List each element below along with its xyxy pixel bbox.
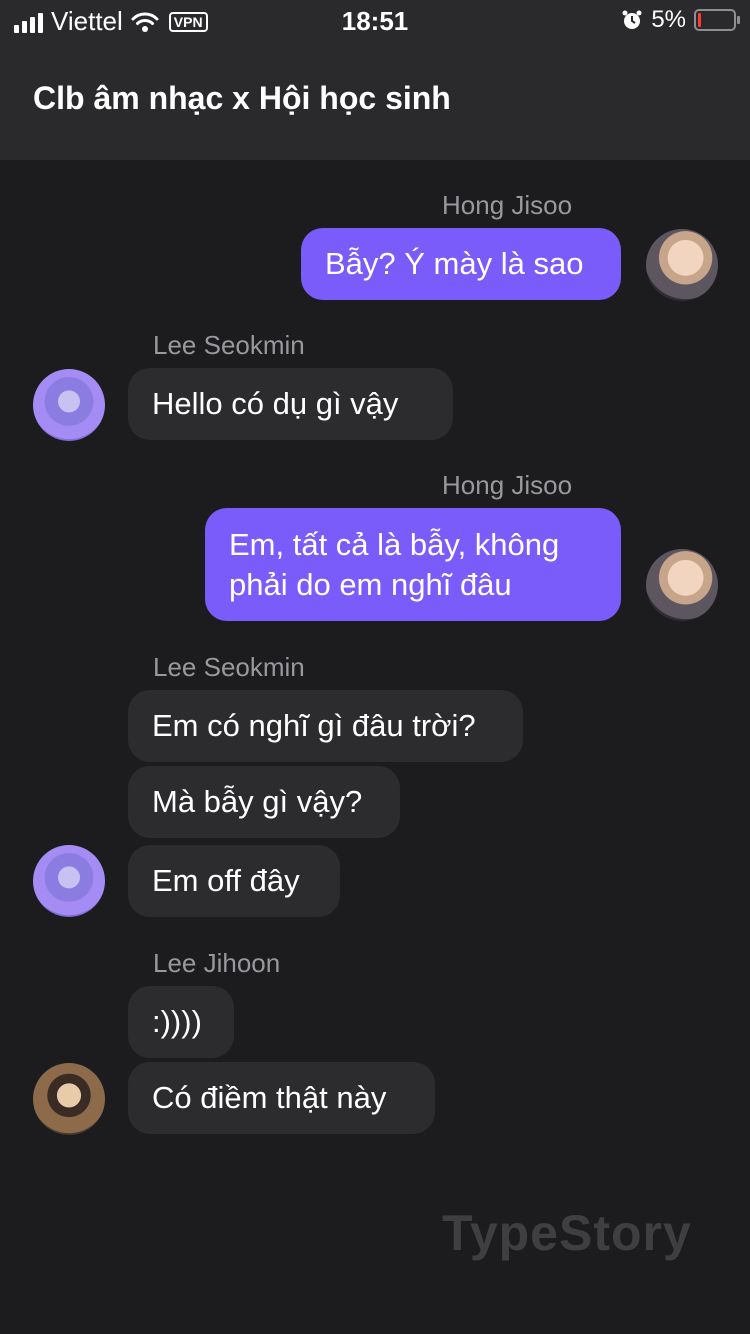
message-bubble[interactable]: Bẫy? Ý mày là sao (301, 228, 621, 300)
alarm-icon (622, 10, 642, 29)
message-bubble[interactable]: :)))) (128, 986, 234, 1058)
chat-header: Clb âm nhạc x Hội học sinh (0, 40, 750, 160)
message-bubble[interactable]: Em có nghĩ gì đâu trời? (128, 690, 523, 762)
battery-icon (694, 9, 740, 31)
chat-title: Clb âm nhạc x Hội học sinh (33, 80, 451, 116)
battery-percentage: 5% (651, 6, 686, 33)
avatar-lee-seokmin[interactable] (33, 845, 105, 917)
sender-name: Hong Jisoo (442, 190, 573, 220)
sender-name: Hong Jisoo (442, 470, 573, 500)
message-bubble[interactable]: Có điềm thật này (128, 1062, 435, 1134)
avatar-hong-jisoo[interactable] (646, 549, 718, 621)
avatar-lee-seokmin[interactable] (33, 369, 105, 441)
message-bubble[interactable]: Em, tất cả là bẫy, không phải do em nghĩ… (205, 508, 621, 621)
watermark: TypeStory (442, 1205, 692, 1261)
message-bubble[interactable]: Mà bẫy gì vậy? (128, 766, 400, 838)
sender-name: Lee Seokmin (153, 652, 305, 682)
avatar-lee-jihoon[interactable] (33, 1063, 105, 1135)
sender-name: Lee Seokmin (153, 330, 305, 360)
avatar-hong-jisoo[interactable] (646, 229, 718, 301)
message-bubble[interactable]: Em off đây (128, 845, 340, 917)
sender-name: Lee Jihoon (153, 948, 281, 978)
status-bar: Viettel VPN 18:51 5% (0, 0, 750, 40)
message-bubble[interactable]: Hello có dụ gì vậy (128, 368, 453, 440)
